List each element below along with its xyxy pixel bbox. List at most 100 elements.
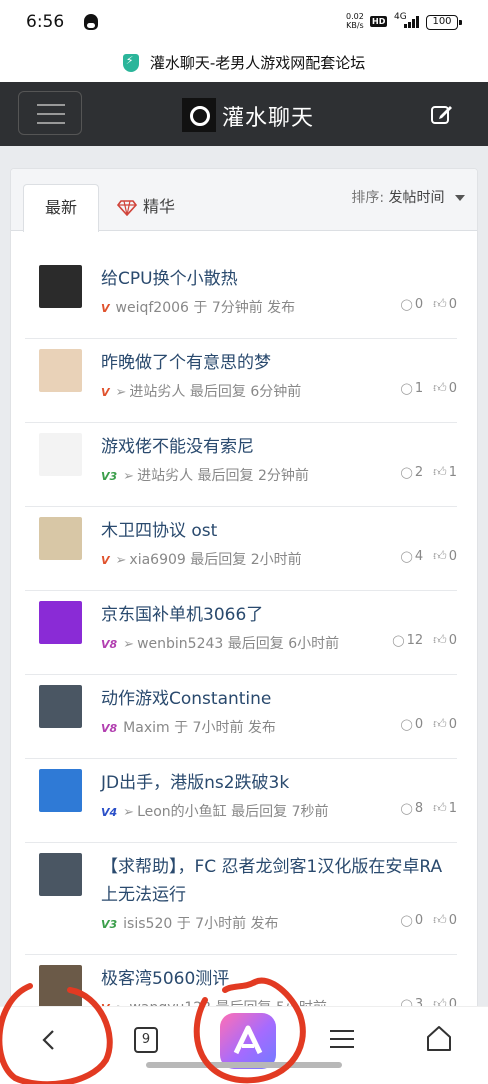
compose-icon[interactable] (430, 102, 454, 126)
like-icon[interactable]: 👍︎ (433, 801, 447, 816)
thread-row[interactable]: 【求帮助】，FC 忍者龙剑客1汉化版在安卓RA上无法运行 V3 isis520 于 … (25, 843, 457, 955)
reply-arrow-icon: ➢ (123, 805, 135, 820)
thread-title[interactable]: JD出手，港版ns2跌破3k (101, 769, 451, 797)
signal-icon (404, 16, 422, 28)
like-icon[interactable]: 👍︎ (433, 913, 447, 928)
user-avatar[interactable] (39, 517, 82, 560)
caret-down-icon (455, 195, 465, 201)
thread-title[interactable]: 昨晚做了个有意思的梦 (101, 349, 451, 377)
thread-stats: ◯ 12 👍︎ 0 (392, 633, 457, 648)
network-speed-unit: KB/s (346, 21, 364, 30)
like-icon[interactable]: 👍︎ (433, 549, 447, 564)
thread-title[interactable]: 动作游戏Constantine (101, 685, 451, 713)
network-speed: 0.02 KB/s (346, 12, 364, 30)
thread-activity: 最后回复 2分钟前 (197, 468, 309, 484)
user-avatar[interactable] (39, 685, 82, 728)
thread-author[interactable]: 进站劣人 (129, 384, 185, 400)
like-icon[interactable]: 👍︎ (433, 381, 447, 396)
site-name: 灌水聊天 (222, 106, 315, 131)
thread-activity: 最后回复 6分钟前 (189, 384, 302, 400)
user-avatar[interactable] (39, 965, 82, 1008)
thread-author[interactable]: wenbin5243 (137, 636, 223, 652)
url-bar[interactable]: 灌水聊天-老男人游戏网配套论坛 (0, 46, 488, 82)
browser-app-icon[interactable] (220, 1013, 276, 1069)
reply-count: 8 (414, 801, 424, 816)
hd-badge: HD (370, 16, 388, 27)
user-avatar[interactable] (39, 349, 82, 392)
like-icon[interactable]: 👍︎ (433, 633, 447, 648)
tab-digest[interactable]: 精华 (117, 184, 175, 230)
thread-author[interactable]: Leon的小鱼缸 (137, 804, 227, 820)
thread-list: 给CPU换个小散热 Vweiqf2006 于 7分钟前 发布 ◯ 0 👍︎ 0 昨晚做了个有… (25, 255, 457, 1039)
thread-meta: V3 ➢ 进站劣人 最后回复 2分钟前 (101, 465, 309, 485)
tab-digest-label: 精华 (143, 197, 176, 216)
vip-level-badge: V4 (101, 806, 118, 819)
comment-icon: ◯ (400, 718, 413, 731)
thread-stats: ◯ 8 👍︎ 1 (401, 801, 457, 816)
reply-arrow-icon: ➢ (115, 385, 127, 400)
thread-author[interactable]: weiqf2006 (116, 300, 189, 316)
comment-icon: ◯ (400, 382, 413, 395)
page-title: 灌水聊天-老男人游戏网配套论坛 (149, 54, 366, 72)
thread-title[interactable]: 木卫四协议 ost (101, 517, 451, 545)
vip-level-badge: V3 (101, 470, 118, 483)
thread-title[interactable]: 京东国补单机3066了 (101, 601, 451, 629)
thread-card: 最新 精华 排序: 发帖时间 给CPU换个小散热 Vweiqf2006 于 7分钟… (10, 168, 478, 1068)
thread-author[interactable]: 进站劣人 (137, 468, 193, 484)
thread-title[interactable]: 游戏佬不能没有索尼 (101, 433, 451, 461)
like-count: 0 (448, 717, 457, 732)
reply-count: 0 (414, 913, 424, 928)
thread-title[interactable]: 【求帮助】，FC 忍者龙剑客1汉化版在安卓RA上无法运行 (101, 853, 451, 909)
reply-count: 4 (414, 549, 424, 564)
thread-title[interactable]: 极客湾5060测评 (101, 965, 451, 993)
battery-icon: 100 (426, 15, 462, 30)
home-icon[interactable] (426, 1025, 452, 1053)
vip-level-badge: V8 (101, 722, 118, 735)
thread-meta: V8 ➢ wenbin5243 最后回复 6小时前 (101, 633, 339, 653)
like-icon[interactable]: 👍︎ (433, 297, 447, 312)
menu-button[interactable] (18, 91, 82, 135)
thread-row[interactable]: 京东国补单机3066了 V8 ➢ wenbin5243 最后回复 6小时前 ◯ 12 👍︎ 0 (25, 591, 457, 675)
reply-count: 0 (414, 297, 424, 312)
gesture-bar[interactable] (146, 1062, 342, 1068)
comment-icon: ◯ (400, 466, 413, 479)
app-logo-icon (233, 1025, 263, 1055)
status-bar: 6:56 0.02 KB/s HD 4G 100 (0, 0, 488, 46)
thread-activity: 于 7小时前 发布 (176, 916, 279, 932)
thread-stats: ◯ 0 👍︎ 0 (401, 913, 457, 928)
thread-title[interactable]: 给CPU换个小散热 (101, 265, 451, 293)
thread-row[interactable]: 动作游戏Constantine V8 Maxim 于 7小时前 发布 ◯ 0 👍︎ 0 (25, 675, 457, 759)
thread-row[interactable]: JD出手，港版ns2跌破3k V4 ➢ Leon的小鱼缸 最后回复 7秒前 ◯ 8 👍︎ 1 (25, 759, 457, 843)
thread-activity: 最后回复 2小时前 (190, 552, 302, 568)
user-avatar[interactable] (39, 853, 82, 896)
like-icon[interactable]: 👍︎ (433, 717, 447, 732)
tab-count-button[interactable]: 9 (134, 1027, 158, 1053)
thread-meta: V8 Maxim 于 7小时前 发布 (101, 717, 276, 737)
forum-header: 灌水聊天 (0, 82, 488, 146)
like-count: 0 (448, 633, 457, 648)
menu-icon[interactable] (330, 1027, 354, 1051)
thread-stats: ◯ 2 👍︎ 1 (401, 465, 457, 480)
thread-author[interactable]: Maxim (123, 720, 169, 736)
thread-row[interactable]: 昨晚做了个有意思的梦 V ➢ 进站劣人 最后回复 6分钟前 ◯ 1 👍︎ 0 (25, 339, 457, 423)
thread-author[interactable]: isis520 (123, 916, 172, 932)
thread-activity: 于 7分钟前 发布 (193, 300, 296, 316)
thread-author[interactable]: xia6909 (129, 552, 185, 568)
user-avatar[interactable] (39, 265, 82, 308)
thread-row[interactable]: 木卫四协议 ost V ➢ xia6909 最后回复 2小时前 ◯ 4 👍︎ 0 (25, 507, 457, 591)
user-avatar[interactable] (39, 433, 82, 476)
like-icon[interactable]: 👍︎ (433, 465, 447, 480)
like-count: 1 (448, 801, 457, 816)
tab-latest[interactable]: 最新 (23, 184, 99, 232)
user-avatar[interactable] (39, 769, 82, 812)
user-avatar[interactable] (39, 601, 82, 644)
sort-dropdown[interactable]: 排序: 发帖时间 (351, 187, 465, 207)
thread-row[interactable]: 游戏佬不能没有索尼 V3 ➢ 进站劣人 最后回复 2分钟前 ◯ 2 👍︎ 1 (25, 423, 457, 507)
secure-shield-icon (122, 54, 139, 72)
back-icon[interactable] (38, 1029, 60, 1051)
clock: 6:56 (26, 12, 65, 32)
thread-row[interactable]: 给CPU换个小散热 Vweiqf2006 于 7分钟前 发布 ◯ 0 👍︎ 0 (25, 255, 457, 339)
thread-stats: ◯ 4 👍︎ 0 (401, 549, 457, 564)
reply-count: 1 (414, 381, 424, 396)
comment-icon: ◯ (400, 298, 413, 311)
